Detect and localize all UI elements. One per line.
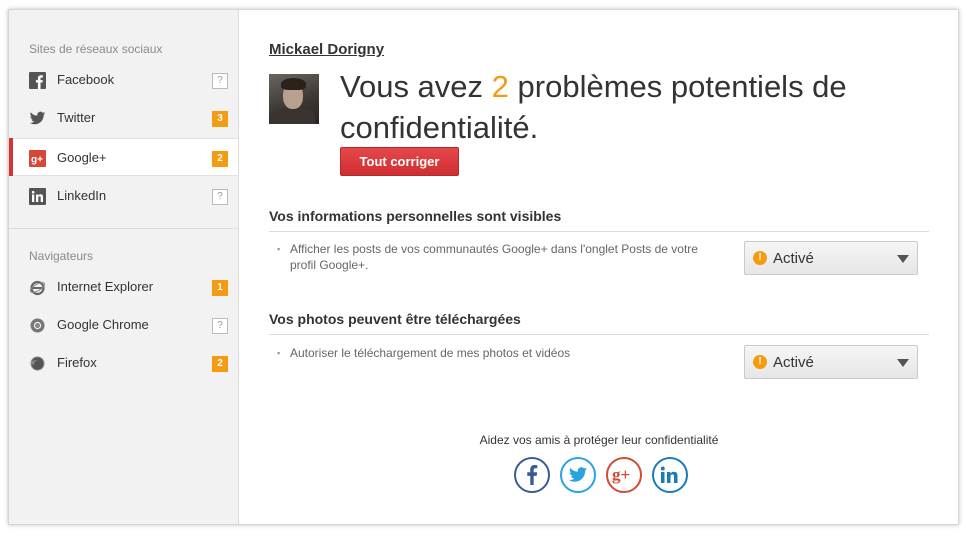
sidebar-item-firefox[interactable]: Firefox 2	[9, 344, 238, 382]
main-content: Mickael Dorigny Vous avez 2 problèmes po…	[240, 10, 958, 524]
svg-text:g+: g+	[612, 466, 630, 484]
svg-text:g+: g+	[31, 155, 43, 166]
status-badge: 2	[212, 151, 228, 167]
status-badge: 3	[212, 111, 228, 127]
chevron-down-icon	[897, 359, 909, 367]
share-text: Aidez vos amis à protéger leur confident…	[479, 433, 719, 447]
sidebar-item-label: Facebook	[57, 72, 115, 87]
status-badge: 2	[212, 356, 228, 372]
sidebar-item-label: Twitter	[57, 110, 96, 125]
status-value: Activé	[773, 354, 814, 371]
warning-icon: !	[753, 251, 767, 265]
sidebar-item-label: Firefox	[57, 355, 97, 370]
browsers-title: Navigateurs	[29, 249, 94, 263]
sidebar-item-twitter[interactable]: Twitter 3	[9, 99, 238, 137]
privacy-window: Sites de réseaux sociaux Facebook ? Twit…	[8, 9, 959, 525]
warning-icon: !	[753, 355, 767, 369]
internet-explorer-icon	[29, 279, 46, 296]
share-twitter-icon[interactable]	[560, 457, 596, 493]
status-badge: ?	[212, 318, 228, 334]
sidebar-item-google-chrome[interactable]: Google Chrome ?	[9, 306, 238, 344]
share-linkedin-icon[interactable]	[652, 457, 688, 493]
sidebar-item-linkedin[interactable]: LinkedIn ?	[9, 177, 238, 215]
status-badge: ?	[212, 189, 228, 205]
share-icons: g+	[514, 457, 694, 495]
sidebar-item-label: LinkedIn	[57, 188, 107, 203]
social-networks-title: Sites de réseaux sociaux	[29, 42, 163, 56]
sidebar-item-label: Google+	[57, 150, 107, 165]
status-badge: 1	[212, 280, 228, 296]
sidebar-item-facebook[interactable]: Facebook ?	[9, 61, 238, 99]
status-select[interactable]: ! Activé	[744, 241, 918, 275]
section-heading: Vos photos peuvent être téléchargées	[269, 311, 929, 335]
share-googleplus-icon[interactable]: g+	[606, 457, 642, 493]
facebook-icon	[29, 72, 46, 89]
sidebar: Sites de réseaux sociaux Facebook ? Twit…	[9, 10, 239, 524]
share-facebook-icon[interactable]	[514, 457, 550, 493]
section-heading: Vos informations personnelles sont visib…	[269, 208, 929, 232]
chrome-icon	[29, 317, 46, 334]
setting-description: Afficher les posts de vos communautés Go…	[277, 241, 720, 273]
twitter-icon	[29, 110, 46, 127]
status-badge: ?	[212, 73, 228, 89]
status-select[interactable]: ! Activé	[744, 345, 918, 379]
firefox-icon	[29, 355, 46, 372]
user-name[interactable]: Mickael Dorigny	[269, 41, 384, 58]
fix-all-button[interactable]: Tout corriger	[340, 147, 459, 176]
setting-description: Autoriser le téléchargement de mes photo…	[277, 345, 720, 361]
sidebar-item-label: Google Chrome	[57, 317, 149, 332]
sidebar-item-label: Internet Explorer	[57, 279, 154, 294]
page-title: Vous avez 2 problèmes potentiels de conf…	[340, 66, 900, 148]
chevron-down-icon	[897, 255, 909, 263]
googleplus-icon: g+	[29, 150, 46, 167]
linkedin-icon	[29, 188, 46, 205]
problem-count: 2	[491, 69, 509, 104]
divider	[9, 228, 238, 229]
headline-text: Vous avez	[340, 69, 492, 104]
sidebar-item-googleplus[interactable]: g+ Google+ 2	[9, 138, 238, 176]
sidebar-item-internet-explorer[interactable]: Internet Explorer 1	[9, 268, 238, 306]
status-value: Activé	[773, 250, 814, 267]
avatar	[269, 74, 319, 124]
